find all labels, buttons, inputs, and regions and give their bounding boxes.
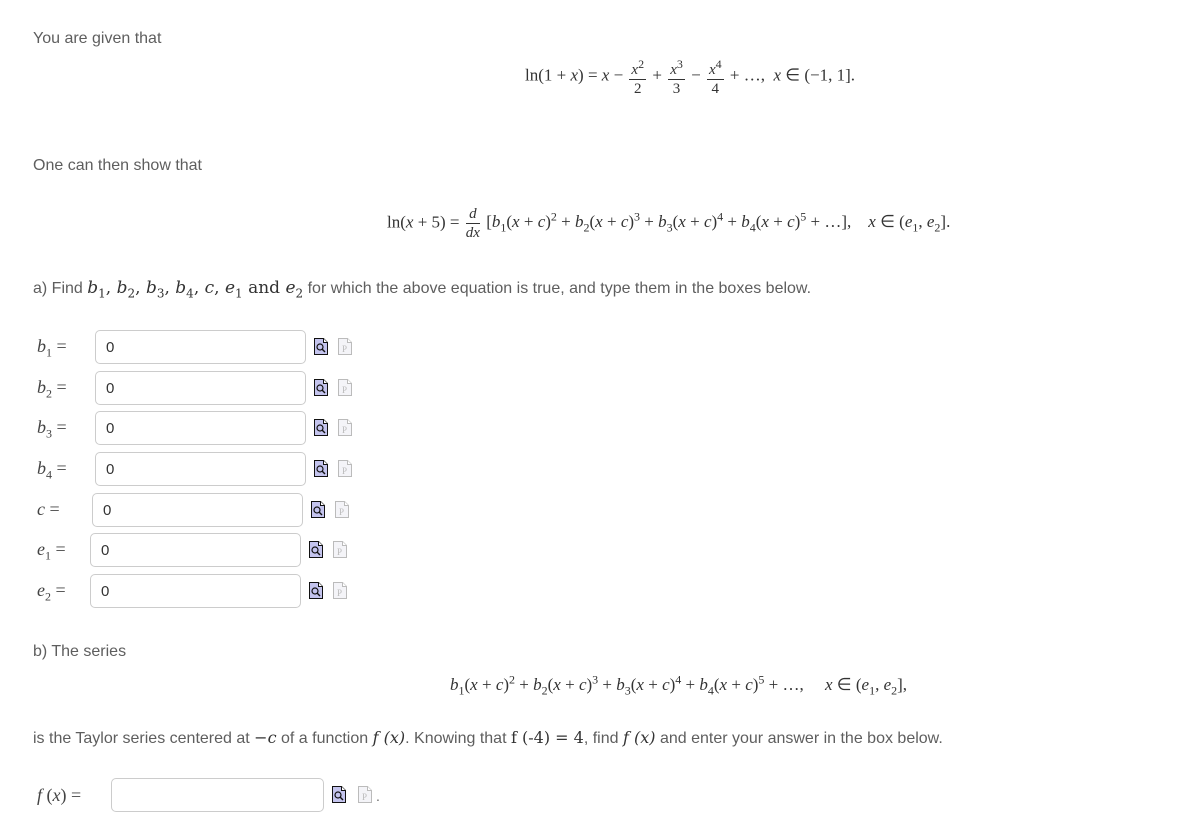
paste-icon[interactable]: P bbox=[335, 501, 349, 518]
paste-icon[interactable]: P bbox=[338, 460, 352, 477]
answer-input-b3[interactable] bbox=[95, 411, 306, 445]
answer-input-e2[interactable] bbox=[90, 574, 301, 608]
paste-icon[interactable]: P bbox=[338, 338, 352, 355]
field-label: c = bbox=[37, 499, 60, 519]
prompt-text-1: is the Taylor series centered at bbox=[33, 730, 250, 747]
prompt-text-3: . Knowing that bbox=[405, 730, 507, 747]
svg-text:P: P bbox=[362, 792, 367, 802]
paste-icon[interactable]: P bbox=[338, 379, 352, 396]
svg-text:P: P bbox=[337, 588, 342, 598]
svg-text:P: P bbox=[339, 507, 344, 517]
field-label: b2 = bbox=[37, 377, 67, 401]
part-b-prompt: is the Taylor series centered at −c of a… bbox=[33, 728, 943, 748]
preview-icon[interactable] bbox=[311, 501, 325, 518]
part-b-intro: b) The series bbox=[33, 643, 127, 660]
paste-icon[interactable]: P bbox=[333, 541, 347, 558]
preview-icon[interactable] bbox=[314, 338, 328, 355]
preview-icon[interactable] bbox=[314, 419, 328, 436]
field-label: e2 = bbox=[37, 580, 66, 604]
svg-text:P: P bbox=[342, 385, 347, 395]
field-label: b3 = bbox=[37, 417, 67, 441]
given-equation: ln(1 + x) = x − x2 2 + x3 3 − x4 4 + …, x ∈… bbox=[525, 57, 855, 97]
svg-text:P: P bbox=[337, 547, 342, 557]
part-a-suffix: for which the above equation is true, an… bbox=[307, 280, 812, 297]
field-label: e1 = bbox=[37, 539, 66, 563]
fx-answer-input[interactable] bbox=[111, 778, 324, 812]
field-label: b4 = bbox=[37, 458, 67, 482]
svg-text:P: P bbox=[342, 344, 347, 354]
part-a-prefix: a) Find bbox=[33, 280, 83, 297]
prompt-text-5: and enter your answer in the box below. bbox=[659, 730, 943, 747]
prompt-condition: f (-4) = 4 bbox=[510, 728, 584, 747]
prompt-center: −c bbox=[254, 728, 277, 747]
show-text: One can then show that bbox=[33, 157, 202, 174]
answer-input-c[interactable] bbox=[92, 493, 303, 527]
preview-icon[interactable] bbox=[332, 786, 346, 803]
paste-icon[interactable]: P bbox=[358, 786, 372, 803]
preview-icon[interactable] bbox=[314, 379, 328, 396]
given-text: You are given that bbox=[33, 30, 162, 47]
answer-input-b2[interactable] bbox=[95, 371, 306, 405]
answer-input-e1[interactable] bbox=[90, 533, 301, 567]
prompt-text-4: , find bbox=[583, 730, 619, 747]
svg-text:P: P bbox=[342, 425, 347, 435]
paste-icon[interactable]: P bbox=[338, 419, 352, 436]
prompt-fx: f (x) bbox=[372, 728, 406, 747]
show-equation: ln(x + 5) = d dx [b1(x + c)2 + b2(x + c)3… bbox=[387, 206, 951, 241]
prompt-text-2: of a function bbox=[280, 730, 369, 747]
trailing-period: . bbox=[376, 788, 380, 804]
prompt-fx-2: f (x) bbox=[622, 728, 656, 747]
field-label: b1 = bbox=[37, 336, 67, 360]
preview-icon[interactable] bbox=[309, 582, 323, 599]
svg-text:P: P bbox=[342, 466, 347, 476]
answer-input-b4[interactable] bbox=[95, 452, 306, 486]
fx-label: f (x) = bbox=[37, 785, 82, 805]
answer-input-b1[interactable] bbox=[95, 330, 306, 364]
paste-icon[interactable]: P bbox=[333, 582, 347, 599]
part-b-series: b1(x + c)2 + b2(x + c)3 + b3(x + c)4 + b… bbox=[450, 672, 908, 698]
preview-icon[interactable] bbox=[314, 460, 328, 477]
preview-icon[interactable] bbox=[309, 541, 323, 558]
part-a-prompt: a) Find b1, b2, b3, b4, c, e1 and e2 for… bbox=[33, 278, 812, 301]
